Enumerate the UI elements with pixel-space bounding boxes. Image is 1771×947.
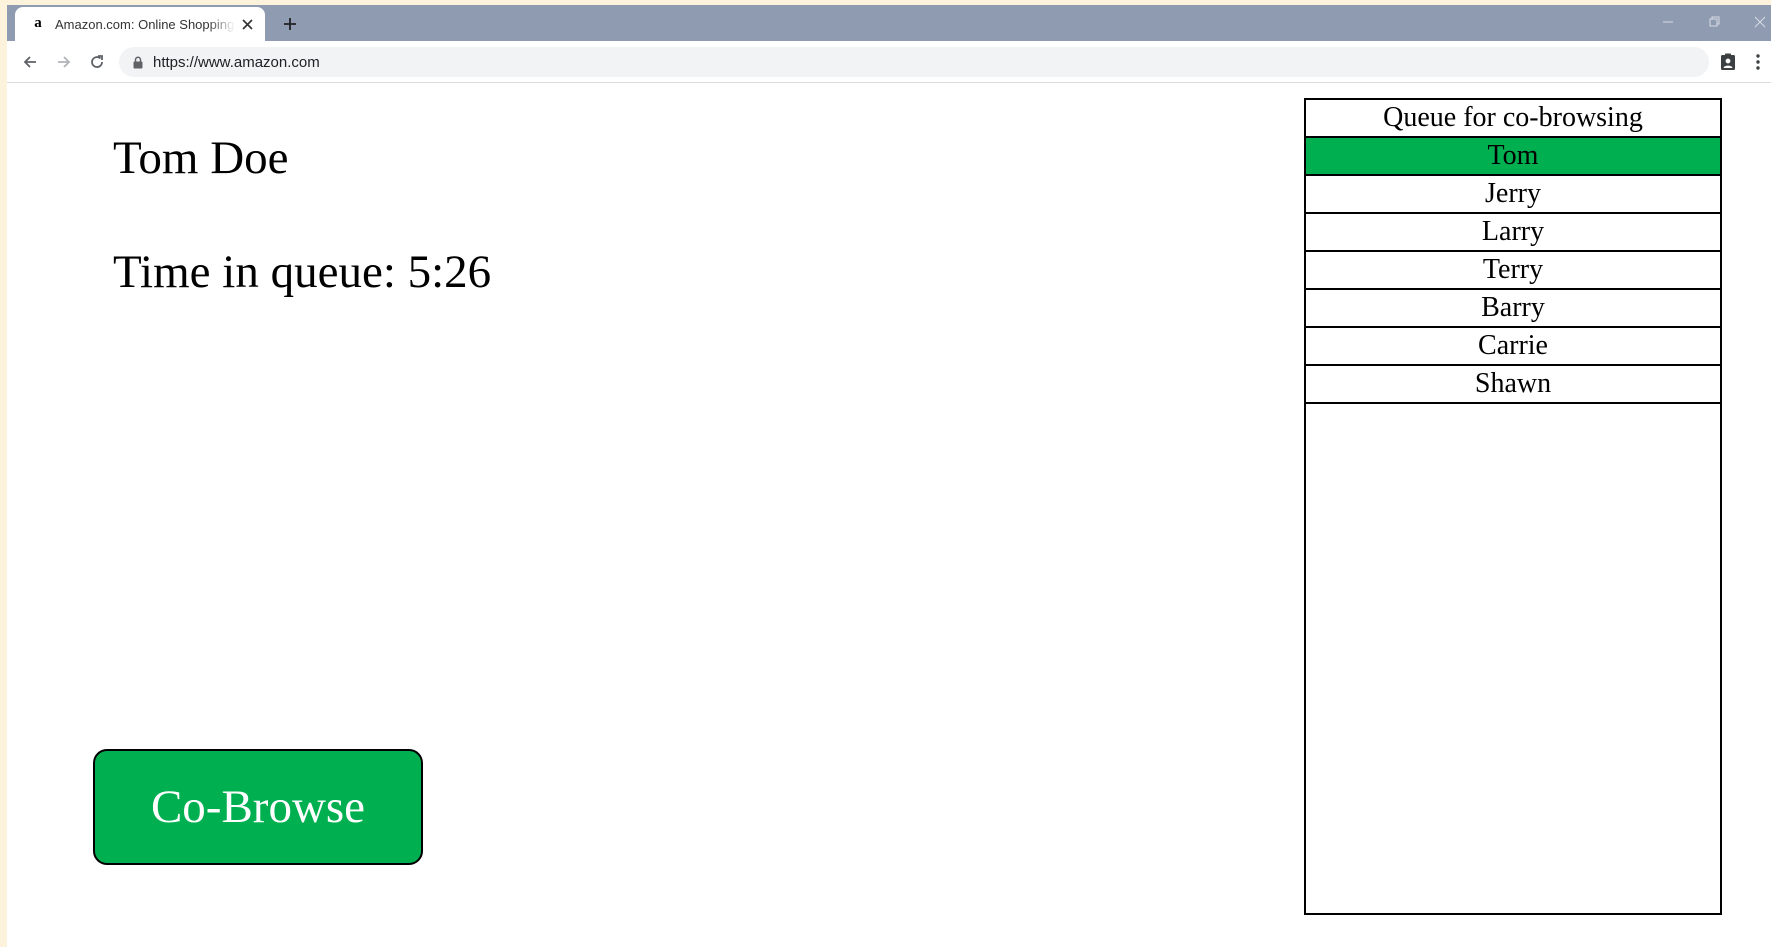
minimize-icon[interactable]: [1657, 11, 1679, 33]
queue-item-name: Larry: [1481, 216, 1545, 247]
reload-icon[interactable]: [86, 51, 108, 73]
close-window-icon[interactable]: [1749, 11, 1771, 33]
lock-icon: [131, 55, 145, 69]
tab-title: Amazon.com: Online Shopping for Electron…: [55, 16, 235, 32]
queue-item-name: Barry: [1481, 292, 1545, 323]
queue-item-name: Tom: [1487, 140, 1539, 171]
time-in-queue-value: 5:26: [407, 246, 492, 298]
browser-window: a Amazon.com: Online Shopping for Electr…: [7, 5, 1771, 947]
time-in-queue: Time in queue: 5:26: [113, 245, 491, 299]
co-browse-button[interactable]: Co-Browse: [93, 749, 423, 865]
queue-item[interactable]: Terry: [1306, 252, 1720, 290]
url-text: https://www.amazon.com: [153, 53, 320, 71]
amazon-favicon-icon: a: [34, 15, 42, 31]
queue-item[interactable]: Jerry: [1306, 176, 1720, 214]
time-in-queue-label: Time in queue:: [113, 246, 396, 298]
browser-toolbar: https://www.amazon.com: [7, 41, 1771, 83]
queue-item[interactable]: Barry: [1306, 290, 1720, 328]
restore-icon[interactable]: [1704, 11, 1726, 33]
back-arrow-icon[interactable]: [19, 51, 41, 73]
queue-item[interactable]: Shawn: [1306, 366, 1720, 404]
queue-item-name: Jerry: [1485, 178, 1541, 209]
page-content: Tom Doe Time in queue: 5:26 Co-Browse Qu…: [7, 83, 1771, 947]
queue-item-name: Shawn: [1474, 368, 1552, 399]
profile-icon[interactable]: [1716, 49, 1740, 75]
queue-item-name: Carrie: [1478, 330, 1548, 361]
browser-tab[interactable]: a Amazon.com: Online Shopping for Electr…: [15, 7, 265, 41]
menu-dots-icon[interactable]: [1746, 49, 1770, 75]
new-tab-icon[interactable]: [279, 13, 301, 35]
queue-title: Queue for co-browsing: [1306, 100, 1720, 138]
customer-name: Tom Doe: [113, 132, 289, 184]
queue-item-name: Terry: [1482, 254, 1544, 285]
tab-strip: a Amazon.com: Online Shopping for Electr…: [7, 5, 1771, 41]
address-bar[interactable]: https://www.amazon.com: [119, 47, 1709, 77]
queue-panel: Queue for co-browsing Tom Jerry Larry Te…: [1304, 98, 1722, 915]
forward-arrow-icon[interactable]: [53, 51, 75, 73]
close-tab-icon[interactable]: [239, 16, 255, 32]
queue-item[interactable]: Carrie: [1306, 328, 1720, 366]
queue-item[interactable]: Tom: [1306, 138, 1720, 176]
queue-item[interactable]: Larry: [1306, 214, 1720, 252]
